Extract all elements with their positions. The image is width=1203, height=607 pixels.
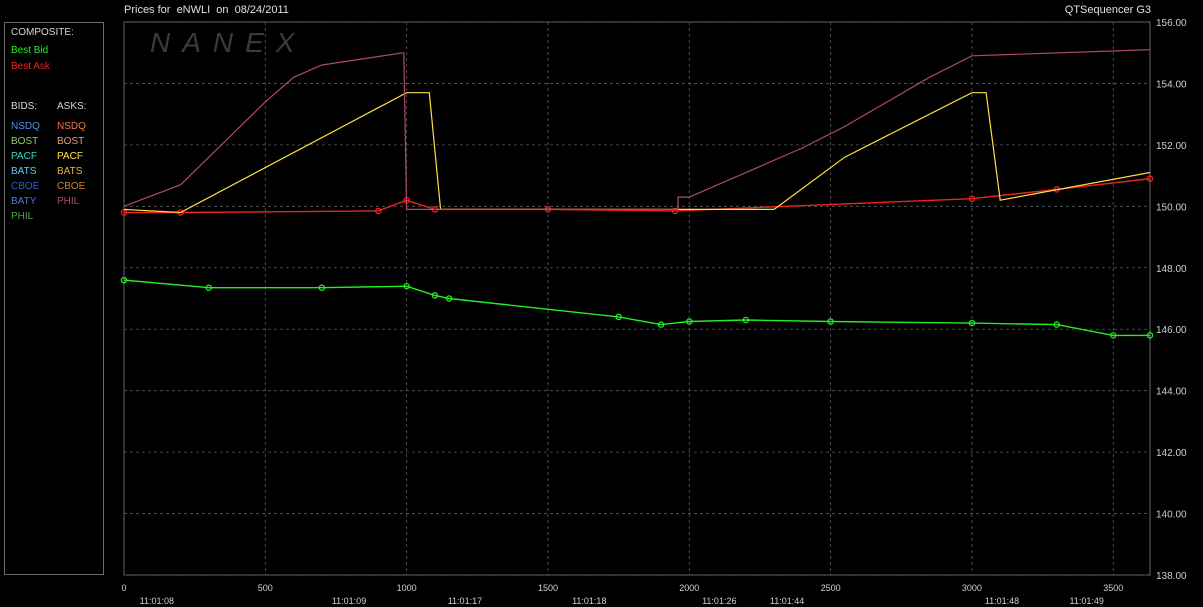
x-time-label: 11:01:26 <box>702 596 736 606</box>
x-time-label: 11:01:44 <box>770 596 804 606</box>
x-time-label: 11:01:49 <box>1070 596 1104 606</box>
y-tick-label: 142.00 <box>1156 448 1187 459</box>
y-tick-label: 156.00 <box>1156 18 1187 29</box>
plot-frame <box>123 21 1151 576</box>
x-time-label: 11:01:48 <box>985 596 1019 606</box>
x-tick-label: 500 <box>258 583 273 593</box>
x-tick-label: 1000 <box>397 583 417 593</box>
y-tick-label: 152.00 <box>1156 141 1187 152</box>
x-tick-label: 2500 <box>821 583 841 593</box>
y-tick-label: 154.00 <box>1156 79 1187 90</box>
x-time-label: 11:01:08 <box>140 596 174 606</box>
x-tick-label: 2000 <box>679 583 699 593</box>
x-tick-label: 0 <box>121 583 126 593</box>
y-tick-label: 148.00 <box>1156 264 1187 275</box>
y-tick-label: 146.00 <box>1156 325 1187 336</box>
x-time-label: 11:01:09 <box>332 596 366 606</box>
x-time-label: 11:01:18 <box>572 596 606 606</box>
nanex-watermark: NANEX <box>150 27 306 58</box>
x-tick-label: 1500 <box>538 583 558 593</box>
x-tick-label: 3000 <box>962 583 982 593</box>
y-tick-label: 144.00 <box>1156 387 1187 398</box>
price-chart: NANEX 138.00 140.00 142.00 144.00 146.00 148.0… <box>120 18 1187 606</box>
x-time-label: 11:01:17 <box>448 596 482 606</box>
y-tick-label: 138.00 <box>1156 571 1187 582</box>
y-tick-label: 140.00 <box>1156 510 1187 521</box>
x-tick-label: 3500 <box>1103 583 1123 593</box>
y-tick-label: 150.00 <box>1156 202 1187 213</box>
